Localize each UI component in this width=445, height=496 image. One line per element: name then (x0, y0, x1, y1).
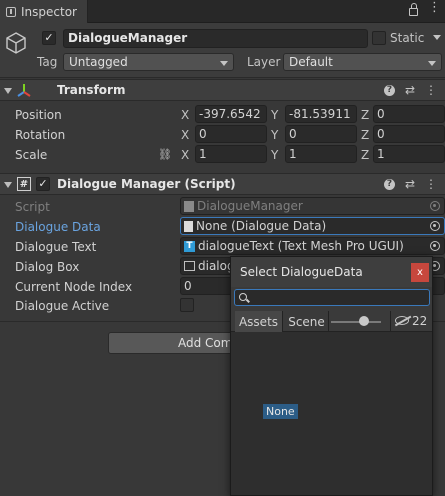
popup-tab-bar: Assets Scene 22 (231, 311, 432, 332)
static-checkbox[interactable] (372, 31, 386, 45)
zoom-slider-handle[interactable] (359, 316, 369, 326)
position-z-field[interactable]: 0 (373, 105, 445, 123)
dialogue-text-label: Dialogue Text (15, 240, 97, 254)
dialogue-manager-title: Dialogue Manager (Script) (57, 177, 236, 191)
help-icon[interactable]: ? (383, 178, 395, 190)
lock-icon[interactable] (409, 3, 418, 16)
transform-axes-icon (17, 84, 31, 97)
dialogue-manager-header-actions: ? ⇄ ⋮ (383, 177, 437, 191)
select-dialogue-data-popup: Select DialogueData x Assets Scene 22 No… (230, 256, 433, 496)
more-options-icon[interactable]: ⋮ (425, 177, 437, 191)
image-icon (184, 261, 195, 271)
rotation-x-field[interactable]: 0 (195, 125, 267, 143)
transform-header-actions: ? ⇄ ⋮ (383, 83, 437, 97)
rotation-y-label[interactable]: Y (271, 128, 278, 142)
position-y-field[interactable]: -81.53911 (285, 105, 357, 123)
foldout-arrow-icon[interactable] (4, 88, 12, 94)
popup-title: Select DialogueData (240, 265, 363, 279)
tab-inspector-label: Inspector (21, 4, 77, 19)
rotation-x-label[interactable]: X (181, 128, 189, 142)
asset-file-icon (184, 220, 193, 232)
position-y-label[interactable]: Y (271, 108, 278, 122)
search-input[interactable] (234, 289, 430, 306)
script-hash-icon: # (17, 177, 31, 191)
list-item-none[interactable]: None (263, 404, 298, 419)
inspector-tab-bar: Inspector ⋮ (0, 0, 445, 23)
tab-assets[interactable]: Assets (235, 311, 283, 332)
object-picker-icon[interactable] (430, 241, 440, 251)
hidden-count: 22 (412, 314, 428, 328)
constrain-proportions-icon[interactable]: ⛓ (158, 148, 172, 161)
rotation-y-field[interactable]: 0 (285, 125, 357, 143)
search-icon (239, 293, 247, 301)
zoom-slider-track[interactable] (331, 321, 381, 323)
layer-label: Layer (247, 55, 281, 69)
foldout-arrow-icon[interactable] (4, 182, 12, 188)
popup-search-area (231, 287, 432, 311)
cube-icon (6, 32, 26, 54)
layer-dropdown[interactable]: Default (283, 53, 442, 71)
rotation-label: Rotation (15, 128, 66, 142)
dialogue-active-label: Dialogue Active (15, 299, 110, 313)
presets-icon[interactable]: ⇄ (405, 177, 415, 191)
dialogue-text-value: dialogueText (Text Mesh Pro UGUI) (198, 239, 404, 253)
more-options-icon[interactable]: ⋮ (425, 83, 437, 97)
current-node-index-label: Current Node Index (15, 280, 133, 294)
layer-value: Default (289, 55, 333, 69)
inspector-icon (6, 6, 16, 17)
tab-bar-actions: ⋮ (409, 1, 441, 16)
component-enabled-checkbox[interactable]: ✓ (36, 177, 50, 191)
script-field: DialogueManager (180, 197, 445, 215)
dialogue-data-value: None (Dialogue Data) (196, 219, 327, 233)
scale-y-label[interactable]: Y (271, 148, 278, 162)
chevron-down-icon (220, 61, 228, 66)
tag-dropdown[interactable]: Untagged (63, 53, 234, 71)
popup-title-bar[interactable]: Select DialogueData (231, 257, 432, 287)
object-picker-icon (430, 201, 440, 211)
gameobject-header: ✓ DialogueManager Static Tag Untagged La… (0, 23, 445, 78)
scale-x-label[interactable]: X (181, 148, 189, 162)
tag-value: Untagged (69, 55, 128, 69)
script-label: Script (15, 200, 50, 214)
dialogue-data-field[interactable]: None (Dialogue Data) (180, 217, 445, 235)
text-mesh-pro-icon: T (184, 240, 195, 252)
position-z-label[interactable]: Z (361, 108, 369, 122)
dialog-box-label: Dialog Box (15, 260, 80, 274)
tab-scene[interactable]: Scene (285, 311, 329, 332)
position-x-label[interactable]: X (181, 108, 189, 122)
dialogue-active-checkbox[interactable] (180, 298, 194, 312)
script-file-icon (184, 200, 194, 212)
gameobject-name-field[interactable]: DialogueManager (63, 29, 368, 48)
help-icon[interactable]: ? (383, 84, 395, 96)
scale-z-field[interactable]: 1 (373, 145, 445, 163)
rotation-z-label[interactable]: Z (361, 128, 369, 142)
more-options-icon[interactable]: ⋮ (428, 1, 441, 16)
scale-y-field[interactable]: 1 (285, 145, 357, 163)
hidden-items-icon[interactable] (395, 316, 409, 325)
scale-x-field[interactable]: 1 (195, 145, 267, 163)
tab-divider (390, 311, 391, 332)
static-label: Static (390, 31, 425, 45)
dialogue-data-label: Dialogue Data (15, 220, 101, 234)
tab-inspector[interactable]: Inspector (0, 0, 88, 23)
dialogue-manager-header[interactable]: # ✓ Dialogue Manager (Script) ? ⇄ ⋮ (0, 173, 445, 195)
transform-title: Transform (57, 83, 126, 97)
presets-icon[interactable]: ⇄ (405, 83, 415, 97)
gameobject-active-checkbox[interactable]: ✓ (42, 31, 56, 45)
scale-label: Scale (15, 148, 48, 162)
script-value: DialogueManager (197, 199, 303, 213)
chevron-down-icon (428, 61, 436, 66)
static-dropdown-caret-icon[interactable] (433, 35, 441, 40)
dialogue-text-field[interactable]: T dialogueText (Text Mesh Pro UGUI) (180, 237, 445, 255)
rotation-z-field[interactable]: 0 (373, 125, 445, 143)
object-picker-icon[interactable] (430, 221, 440, 231)
position-label: Position (15, 108, 62, 122)
tag-label: Tag (37, 55, 58, 69)
position-x-field[interactable]: -397.6542 (195, 105, 267, 123)
transform-header[interactable]: Transform ? ⇄ ⋮ (0, 79, 445, 101)
close-button[interactable]: x (411, 263, 429, 282)
scale-z-label[interactable]: Z (361, 148, 369, 162)
